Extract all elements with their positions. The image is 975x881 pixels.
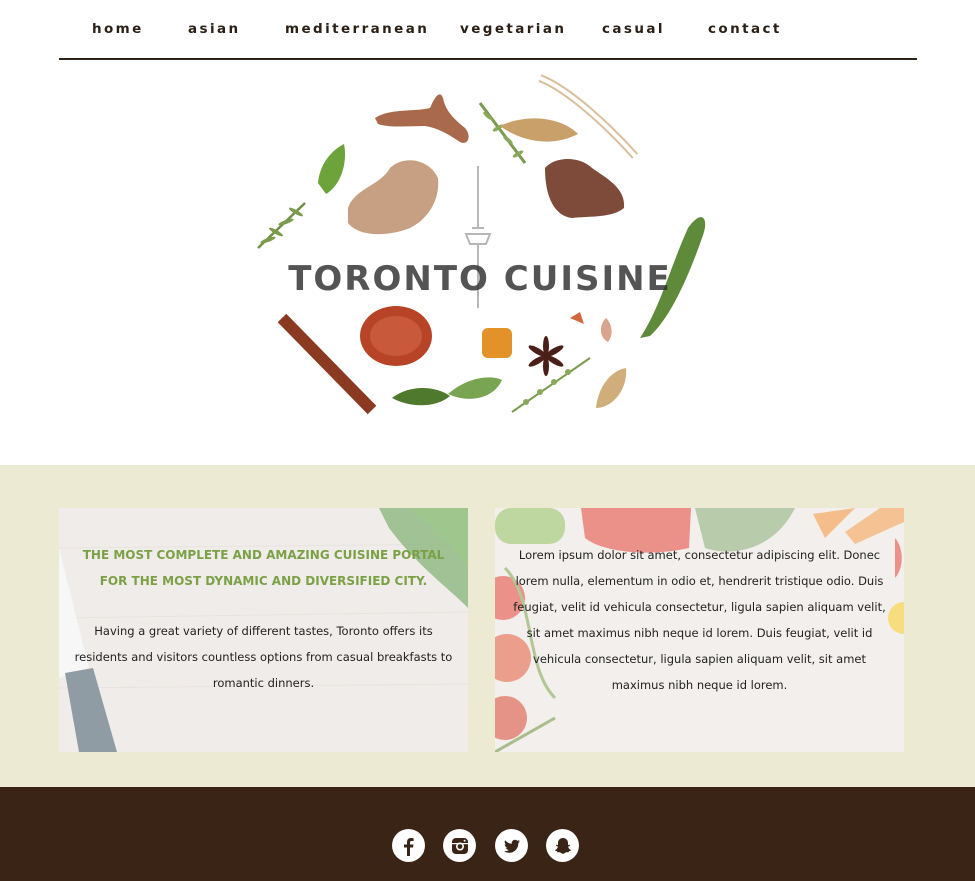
intro-card: THE MOST COMPLETE AND AMAZING CUISINE PO… [59, 508, 468, 752]
nav-casual[interactable]: casual [602, 21, 665, 37]
facebook-link[interactable] [392, 829, 425, 862]
nav-home[interactable]: home [92, 21, 144, 37]
twitter-link[interactable] [495, 829, 528, 862]
main-nav: home asian mediterranean vegetarian casu… [59, 0, 917, 60]
intro-text: Having a great variety of different tast… [74, 624, 453, 690]
instagram-icon [451, 837, 468, 854]
nav-contact[interactable]: contact [708, 21, 782, 37]
snapchat-link[interactable] [546, 829, 579, 862]
logo-text: TORONTO CUISINE [288, 259, 672, 299]
footer [0, 787, 975, 881]
twitter-icon [503, 839, 520, 853]
hero-logo: TORONTO CUISINE [240, 68, 720, 428]
nav-asian[interactable]: asian [188, 21, 241, 37]
snapchat-icon [554, 837, 571, 854]
nav-vegetarian[interactable]: vegetarian [460, 21, 566, 37]
nav-mediterranean[interactable]: mediterranean [285, 21, 429, 37]
intro-title: THE MOST COMPLETE AND AMAZING CUISINE PO… [82, 548, 445, 588]
content-band: THE MOST COMPLETE AND AMAZING CUISINE PO… [0, 465, 975, 787]
instagram-link[interactable] [443, 829, 476, 862]
facebook-icon [403, 837, 414, 856]
lorem-text: Lorem ipsum dolor sit amet, consectetur … [513, 548, 886, 692]
lorem-card: Lorem ipsum dolor sit amet, consectetur … [495, 508, 904, 752]
